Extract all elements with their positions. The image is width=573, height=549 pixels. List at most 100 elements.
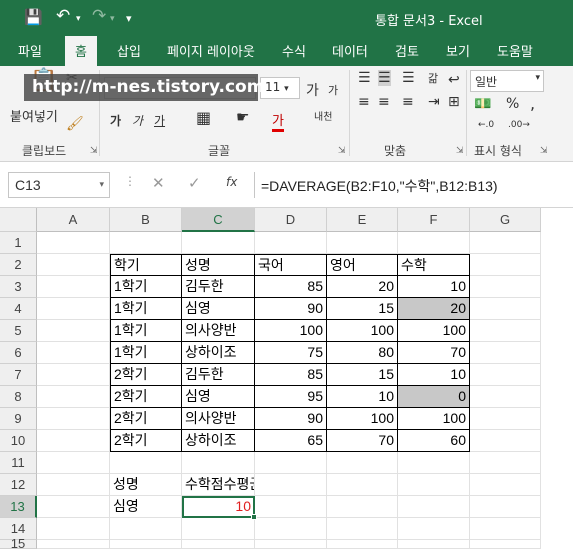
- table-cell[interactable]: 85: [255, 276, 327, 298]
- table-cell[interactable]: 15: [327, 298, 398, 320]
- table-cell[interactable]: 김두한: [182, 364, 255, 386]
- cell-a4[interactable]: [37, 298, 110, 320]
- row-header-6[interactable]: 6: [0, 342, 37, 364]
- cell-g8[interactable]: [470, 386, 541, 408]
- table-cell[interactable]: 100: [398, 408, 470, 430]
- cell-b15[interactable]: [110, 540, 182, 549]
- cell-c1[interactable]: [182, 232, 255, 254]
- clipboard-launcher-icon[interactable]: ⇲: [90, 146, 98, 156]
- increase-decimal-icon[interactable]: ←.0: [478, 120, 494, 130]
- row-header-3[interactable]: 3: [0, 276, 37, 298]
- phonetic-button[interactable]: 내천: [314, 108, 332, 123]
- formula-input[interactable]: =DAVERAGE(B2:F10,"수학",B12:B13): [254, 172, 573, 198]
- table-cell[interactable]: 20: [398, 298, 470, 320]
- undo-dropdown-icon[interactable]: ▾: [76, 14, 81, 24]
- indent-icon[interactable]: ⇥: [428, 94, 440, 110]
- tab-page-layout[interactable]: 페이지 레이아웃: [167, 41, 255, 60]
- cell-a11[interactable]: [37, 452, 110, 474]
- cell-a10[interactable]: [37, 430, 110, 452]
- table-cell[interactable]: 의사양반: [182, 320, 255, 342]
- table-cell[interactable]: 100: [398, 320, 470, 342]
- column-header-f[interactable]: F: [398, 208, 470, 232]
- column-header-b[interactable]: B: [110, 208, 182, 232]
- table-cell[interactable]: 10: [327, 386, 398, 408]
- cell-a8[interactable]: [37, 386, 110, 408]
- table-cell[interactable]: 상하이조: [182, 342, 255, 364]
- number-launcher-icon[interactable]: ⇲: [540, 146, 548, 156]
- table-cell[interactable]: 80: [327, 342, 398, 364]
- table-cell[interactable]: 2학기: [110, 364, 182, 386]
- table-header-cell[interactable]: 국어: [255, 254, 327, 276]
- table-cell[interactable]: 김두한: [182, 276, 255, 298]
- criteria-field-cell[interactable]: 성명: [110, 474, 182, 496]
- table-cell[interactable]: 1학기: [110, 276, 182, 298]
- table-cell[interactable]: 2학기: [110, 386, 182, 408]
- cell-g2[interactable]: [470, 254, 541, 276]
- decrease-decimal-icon[interactable]: .00→: [508, 120, 530, 130]
- borders-icon[interactable]: ▦: [196, 108, 211, 127]
- align-left-icon[interactable]: ≡: [358, 94, 370, 110]
- table-cell[interactable]: 심영: [182, 386, 255, 408]
- percent-button[interactable]: %: [506, 96, 519, 112]
- column-header-a[interactable]: A: [37, 208, 110, 232]
- row-header-7[interactable]: 7: [0, 364, 37, 386]
- table-cell[interactable]: 1학기: [110, 298, 182, 320]
- cell-f15[interactable]: [398, 540, 470, 549]
- cell-d13[interactable]: [255, 496, 327, 518]
- cell-a6[interactable]: [37, 342, 110, 364]
- alignment-launcher-icon[interactable]: ⇲: [456, 146, 464, 156]
- cell-g3[interactable]: [470, 276, 541, 298]
- cell-a3[interactable]: [37, 276, 110, 298]
- table-cell[interactable]: 의사양반: [182, 408, 255, 430]
- tab-review[interactable]: 검토: [395, 41, 419, 60]
- criteria-result-header-cell[interactable]: 수학점수평균: [182, 474, 255, 496]
- table-cell[interactable]: 20: [327, 276, 398, 298]
- cell-b14[interactable]: [110, 518, 182, 540]
- row-header-8[interactable]: 8: [0, 386, 37, 408]
- cell-g15[interactable]: [470, 540, 541, 549]
- table-cell[interactable]: 1학기: [110, 320, 182, 342]
- cell-b1[interactable]: [110, 232, 182, 254]
- insert-function-icon[interactable]: fx: [226, 175, 237, 189]
- cell-g6[interactable]: [470, 342, 541, 364]
- tab-home[interactable]: 홈: [65, 36, 97, 66]
- row-header-15[interactable]: 15: [0, 537, 37, 549]
- cell-e15[interactable]: [327, 540, 398, 549]
- paste-button[interactable]: 붙여넣기: [10, 106, 58, 125]
- cell-a13[interactable]: [37, 496, 110, 518]
- cell-f1[interactable]: [398, 232, 470, 254]
- merge-icon[interactable]: ⊞: [448, 94, 460, 110]
- cell-g7[interactable]: [470, 364, 541, 386]
- align-right-icon[interactable]: ≡: [402, 94, 414, 110]
- align-center-icon[interactable]: ≡: [378, 94, 390, 110]
- comma-button[interactable]: ,: [530, 94, 535, 113]
- align-middle-icon[interactable]: ☰: [378, 70, 391, 86]
- tab-view[interactable]: 보기: [446, 41, 470, 60]
- table-cell[interactable]: 70: [327, 430, 398, 452]
- cell-g14[interactable]: [470, 518, 541, 540]
- font-launcher-icon[interactable]: ⇲: [338, 146, 346, 156]
- save-icon[interactable]: 💾: [24, 8, 43, 26]
- table-header-cell[interactable]: 성명: [182, 254, 255, 276]
- cell-g11[interactable]: [470, 452, 541, 474]
- italic-button[interactable]: 가: [132, 112, 143, 129]
- column-header-g[interactable]: G: [470, 208, 541, 232]
- table-cell[interactable]: 0: [398, 386, 470, 408]
- grow-font-button[interactable]: 가: [306, 80, 319, 100]
- table-cell[interactable]: 15: [327, 364, 398, 386]
- tab-data[interactable]: 데이터: [332, 41, 368, 60]
- table-cell[interactable]: 10: [398, 364, 470, 386]
- cell-f11[interactable]: [398, 452, 470, 474]
- name-box[interactable]: C13 ▾: [8, 172, 110, 198]
- cancel-icon[interactable]: ✕: [152, 174, 165, 192]
- cell-e14[interactable]: [327, 518, 398, 540]
- cell-e12[interactable]: [327, 474, 398, 496]
- align-bottom-icon[interactable]: ☰: [402, 70, 415, 86]
- cell-a1[interactable]: [37, 232, 110, 254]
- row-header-10[interactable]: 10: [0, 430, 37, 452]
- bold-button[interactable]: 가: [110, 112, 121, 129]
- table-cell[interactable]: 100: [255, 320, 327, 342]
- row-header-4[interactable]: 4: [0, 298, 37, 320]
- cell-a7[interactable]: [37, 364, 110, 386]
- table-cell[interactable]: 1학기: [110, 342, 182, 364]
